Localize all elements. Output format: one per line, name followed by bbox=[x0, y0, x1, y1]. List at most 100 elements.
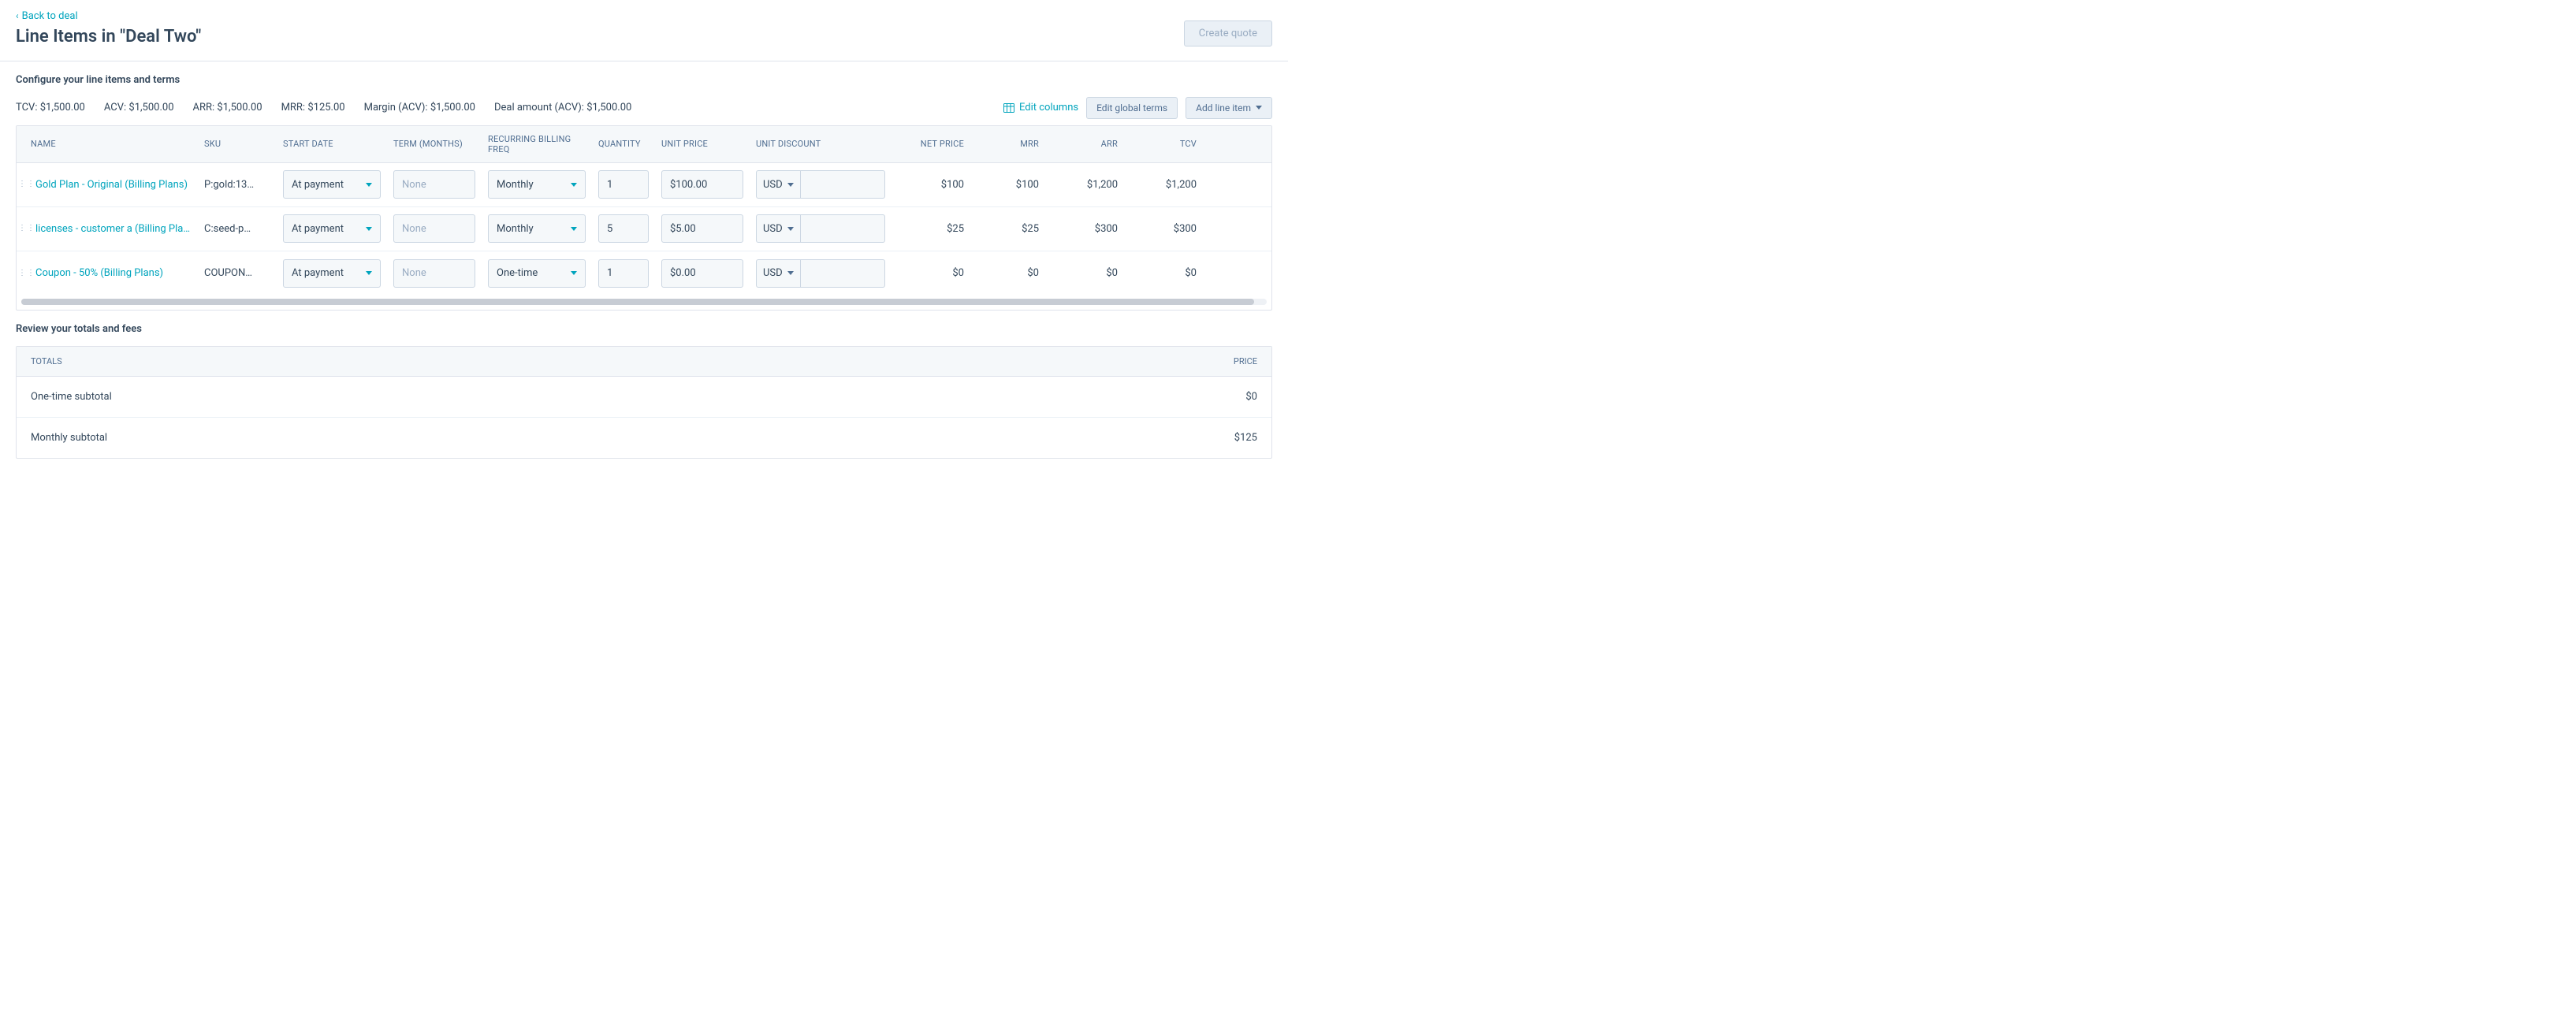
arr-value: $1,200 bbox=[1045, 173, 1124, 197]
scrollbar-thumb[interactable] bbox=[21, 299, 1254, 305]
col-arr: ARR bbox=[1045, 131, 1124, 157]
caret-down-icon bbox=[571, 271, 577, 275]
create-quote-button[interactable]: Create quote bbox=[1184, 20, 1272, 46]
edit-global-terms-button[interactable]: Edit global terms bbox=[1086, 97, 1178, 119]
drag-handle-icon[interactable]: ⋮⋮ bbox=[23, 272, 31, 275]
start-date-select[interactable]: At payment bbox=[283, 170, 381, 199]
discount-currency-select[interactable]: USD bbox=[756, 214, 801, 243]
col-unit-price: UNIT PRICE bbox=[655, 131, 750, 157]
unit-price-input[interactable]: $100.00 bbox=[661, 170, 743, 199]
totals-row: Monthly subtotal $125 bbox=[17, 418, 1271, 458]
tcv-value: $0 bbox=[1124, 261, 1203, 285]
configure-section: Configure your line items and terms TCV:… bbox=[0, 61, 1288, 311]
recurring-select[interactable]: One-time bbox=[488, 259, 586, 288]
discount-value-input[interactable] bbox=[801, 170, 885, 199]
caret-down-icon bbox=[1256, 106, 1262, 110]
net-price-value: $100 bbox=[892, 173, 970, 197]
line-items-table: NAME SKU START DATE TERM (MONTHS) RECURR… bbox=[16, 125, 1272, 311]
totals-row: One-time subtotal $0 bbox=[17, 377, 1271, 418]
net-price-value: $25 bbox=[892, 217, 970, 241]
mrr-value: $25 bbox=[970, 217, 1045, 241]
totals-col-price: PRICE bbox=[1234, 356, 1257, 366]
table-row: ⋮⋮ Gold Plan - Original (Billing Plans) … bbox=[17, 163, 1271, 207]
edit-columns-link[interactable]: Edit columns bbox=[1003, 102, 1078, 113]
unit-price-input[interactable]: $0.00 bbox=[661, 259, 743, 288]
totals-row-value: $125 bbox=[1234, 432, 1257, 444]
recurring-select[interactable]: Monthly bbox=[488, 170, 586, 199]
chevron-left-icon: ‹ bbox=[16, 10, 19, 21]
unit-discount-group: USD bbox=[756, 170, 885, 199]
quantity-input[interactable]: 5 bbox=[598, 214, 649, 243]
metric-tcv: TCV: $1,500.00 bbox=[16, 102, 85, 113]
horizontal-scrollbar[interactable] bbox=[21, 299, 1267, 305]
sku-text: C:seed-p… bbox=[204, 223, 251, 235]
term-input[interactable]: None bbox=[393, 170, 475, 199]
totals-section: Review your totals and fees TOTALS PRICE… bbox=[0, 311, 1288, 459]
col-mrr: MRR bbox=[970, 131, 1045, 157]
metrics-bar: TCV: $1,500.00 ACV: $1,500.00 ARR: $1,50… bbox=[16, 102, 631, 113]
totals-row-label: One-time subtotal bbox=[31, 391, 112, 403]
col-tcv: TCV bbox=[1124, 131, 1203, 157]
caret-down-icon bbox=[366, 271, 372, 275]
caret-down-icon bbox=[366, 227, 372, 231]
item-name-link[interactable]: Coupon - 50% (Billing Plans) bbox=[35, 267, 163, 279]
unit-price-input[interactable]: $5.00 bbox=[661, 214, 743, 243]
col-unit-discount: UNIT DISCOUNT bbox=[750, 131, 892, 157]
discount-value-input[interactable] bbox=[801, 259, 885, 288]
arr-value: $0 bbox=[1045, 261, 1124, 285]
table-header-row: NAME SKU START DATE TERM (MONTHS) RECURR… bbox=[17, 126, 1271, 163]
tcv-value: $300 bbox=[1124, 217, 1203, 241]
col-sku: SKU bbox=[198, 131, 277, 157]
term-input[interactable]: None bbox=[393, 214, 475, 243]
unit-discount-group: USD bbox=[756, 259, 885, 288]
col-quantity: QUANTITY bbox=[592, 131, 655, 157]
recurring-select[interactable]: Monthly bbox=[488, 214, 586, 243]
mrr-value: $100 bbox=[970, 173, 1045, 197]
totals-heading: Review your totals and fees bbox=[16, 323, 1272, 335]
totals-row-value: $0 bbox=[1245, 391, 1257, 403]
page-header: ‹ Back to deal Line Items in "Deal Two" … bbox=[0, 0, 1288, 61]
discount-currency-select[interactable]: USD bbox=[756, 259, 801, 288]
unit-discount-group: USD bbox=[756, 214, 885, 243]
table-icon bbox=[1003, 103, 1014, 113]
discount-currency-select[interactable]: USD bbox=[756, 170, 801, 199]
quantity-input[interactable]: 1 bbox=[598, 259, 649, 288]
caret-down-icon bbox=[571, 227, 577, 231]
sku-text: P:gold:13… bbox=[204, 179, 254, 191]
back-to-deal-link[interactable]: ‹ Back to deal bbox=[16, 10, 78, 22]
item-name-link[interactable]: licenses - customer a (Billing Pla… bbox=[35, 223, 190, 235]
page-title: Line Items in "Deal Two" bbox=[16, 27, 201, 46]
caret-down-icon bbox=[787, 227, 794, 231]
caret-down-icon bbox=[787, 183, 794, 187]
start-date-select[interactable]: At payment bbox=[283, 214, 381, 243]
item-name-link[interactable]: Gold Plan - Original (Billing Plans) bbox=[35, 179, 188, 191]
col-name: NAME bbox=[17, 131, 198, 157]
metric-mrr: MRR: $125.00 bbox=[281, 102, 345, 113]
metric-acv: ACV: $1,500.00 bbox=[104, 102, 174, 113]
start-date-select[interactable]: At payment bbox=[283, 259, 381, 288]
col-term: TERM (MONTHS) bbox=[387, 131, 482, 157]
col-net-price: NET PRICE bbox=[892, 131, 970, 157]
quantity-input[interactable]: 1 bbox=[598, 170, 649, 199]
totals-row-label: Monthly subtotal bbox=[31, 432, 107, 444]
term-input[interactable]: None bbox=[393, 259, 475, 288]
add-line-item-button[interactable]: Add line item bbox=[1186, 97, 1272, 119]
caret-down-icon bbox=[571, 183, 577, 187]
drag-handle-icon[interactable]: ⋮⋮ bbox=[23, 227, 31, 230]
col-start-date: START DATE bbox=[277, 131, 387, 157]
net-price-value: $0 bbox=[892, 261, 970, 285]
caret-down-icon bbox=[366, 183, 372, 187]
metric-deal-amount: Deal amount (ACV): $1,500.00 bbox=[494, 102, 631, 113]
mrr-value: $0 bbox=[970, 261, 1045, 285]
sku-text: COUPON… bbox=[204, 267, 252, 279]
arr-value: $300 bbox=[1045, 217, 1124, 241]
caret-down-icon bbox=[787, 271, 794, 275]
drag-handle-icon[interactable]: ⋮⋮ bbox=[23, 183, 31, 186]
back-link-label: Back to deal bbox=[22, 10, 78, 22]
configure-heading: Configure your line items and terms bbox=[16, 74, 1272, 86]
metric-margin: Margin (ACV): $1,500.00 bbox=[364, 102, 475, 113]
table-row: ⋮⋮ Coupon - 50% (Billing Plans) COUPON… … bbox=[17, 251, 1271, 296]
discount-value-input[interactable] bbox=[801, 214, 885, 243]
totals-table: TOTALS PRICE One-time subtotal $0 Monthl… bbox=[16, 346, 1272, 459]
tcv-value: $1,200 bbox=[1124, 173, 1203, 197]
